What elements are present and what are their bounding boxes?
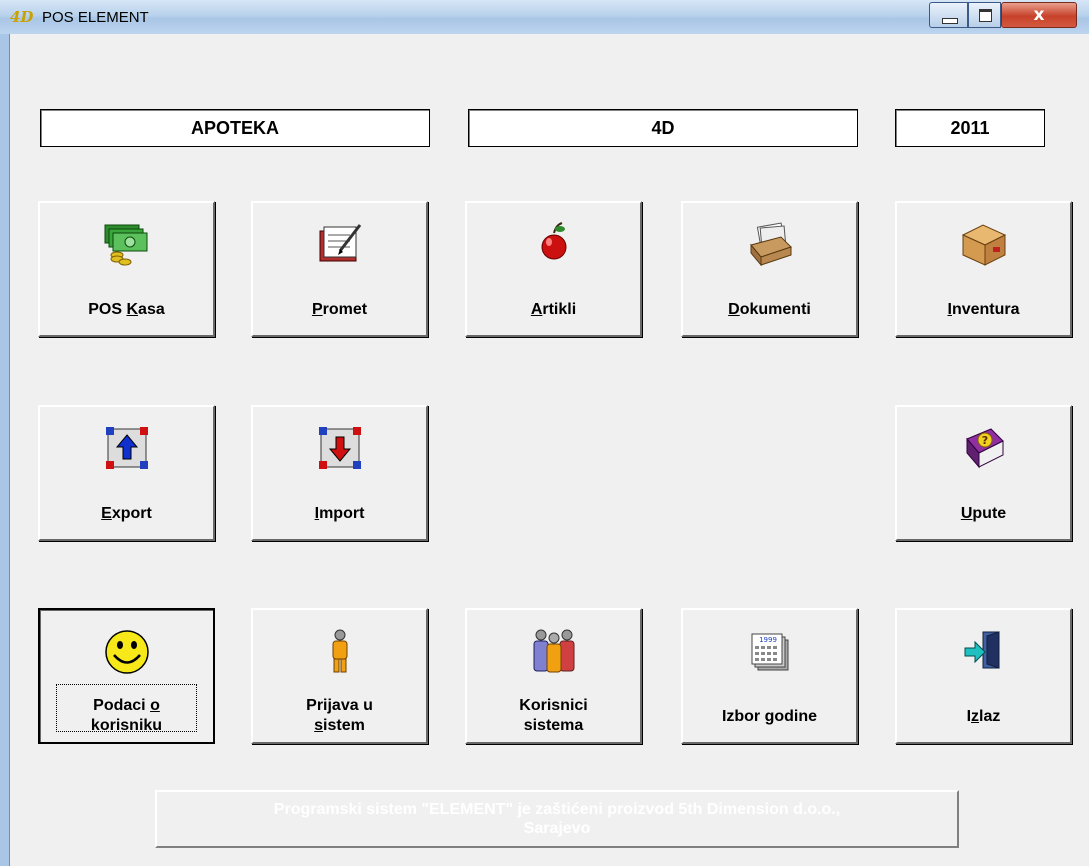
korisnici-label: Korisnici sistema bbox=[519, 697, 588, 734]
inventura-button[interactable]: Inventura bbox=[895, 201, 1072, 337]
maximize-button[interactable] bbox=[968, 2, 1001, 28]
window-frame bbox=[0, 34, 10, 866]
window-title: POS ELEMENT bbox=[42, 9, 149, 26]
company-field: 4D bbox=[468, 109, 858, 147]
izlaz-button[interactable]: Izlaz bbox=[895, 608, 1072, 744]
apple-icon bbox=[467, 221, 640, 265]
import-icon bbox=[253, 425, 426, 469]
calendar-icon: 1999 bbox=[683, 628, 856, 672]
year-field: 2011 bbox=[895, 109, 1045, 147]
users-icon bbox=[467, 628, 640, 673]
pos-kasa-label: POS Kasa bbox=[88, 301, 165, 318]
prijava-u-sistem-button[interactable]: Prijava u sistem bbox=[251, 608, 428, 744]
import-label: Import bbox=[314, 505, 365, 522]
podaci-label: Podaci o korisniku bbox=[90, 697, 163, 734]
smiley-icon bbox=[40, 628, 213, 674]
upute-button[interactable]: ? Upute bbox=[895, 405, 1072, 541]
main-window: 4D POS ELEMENT x APOTEKA 4D 2011 POS Kas… bbox=[0, 0, 1089, 866]
inventura-label: Inventura bbox=[947, 301, 1020, 318]
upute-label: Upute bbox=[960, 505, 1007, 522]
copyright-notice-button[interactable]: Programski sistem "ELEMENT" je zaštićeni… bbox=[155, 790, 959, 848]
izbor-godine-button[interactable]: 1999 Izbor godine bbox=[681, 608, 858, 744]
podaci-o-korisniku-button[interactable]: Podaci o korisniku bbox=[38, 608, 215, 744]
artikli-button[interactable]: Artikli bbox=[465, 201, 642, 337]
minimize-button[interactable] bbox=[929, 2, 968, 28]
calendar-year: 1999 bbox=[759, 636, 777, 644]
dokumenti-label: Dokumenti bbox=[728, 301, 811, 318]
promet-button[interactable]: Promet bbox=[251, 201, 428, 337]
title-bar[interactable]: 4D POS ELEMENT x bbox=[0, 0, 1089, 34]
import-button[interactable]: Import bbox=[251, 405, 428, 541]
copyright-line-1: Programski sistem "ELEMENT" je zaštićeni… bbox=[273, 801, 841, 818]
dokumenti-button[interactable]: Dokumenti bbox=[681, 201, 858, 337]
izlaz-label: Izlaz bbox=[966, 708, 1001, 725]
copyright-line-2: Sarajevo bbox=[523, 820, 591, 837]
export-label: Export bbox=[101, 505, 152, 522]
izbor-godine-label: Izbor godine bbox=[721, 708, 818, 725]
maximize-icon bbox=[979, 9, 992, 22]
close-icon: x bbox=[1033, 5, 1045, 25]
package-icon bbox=[897, 221, 1070, 266]
korisnici-sistema-button[interactable]: Korisnici sistema bbox=[465, 608, 642, 744]
pos-kasa-button[interactable]: POS Kasa bbox=[38, 201, 215, 337]
promet-label: Promet bbox=[311, 301, 368, 318]
user-icon bbox=[253, 628, 426, 673]
artikli-label: Artikli bbox=[530, 301, 577, 318]
minimize-icon bbox=[942, 18, 958, 24]
prijava-label: Prijava u sistem bbox=[306, 697, 373, 734]
file-box-icon bbox=[683, 221, 856, 267]
app-logo-icon: 4D bbox=[10, 8, 34, 26]
export-button[interactable]: Export bbox=[38, 405, 215, 541]
firm-field: APOTEKA bbox=[40, 109, 430, 147]
svg-text:?: ? bbox=[981, 434, 987, 447]
notebook-pen-icon bbox=[253, 221, 426, 265]
cash-register-icon bbox=[40, 221, 213, 266]
export-icon bbox=[40, 425, 213, 469]
help-book-icon: ? bbox=[897, 425, 1070, 469]
close-button[interactable]: x bbox=[1001, 2, 1077, 28]
exit-door-icon bbox=[897, 628, 1070, 672]
